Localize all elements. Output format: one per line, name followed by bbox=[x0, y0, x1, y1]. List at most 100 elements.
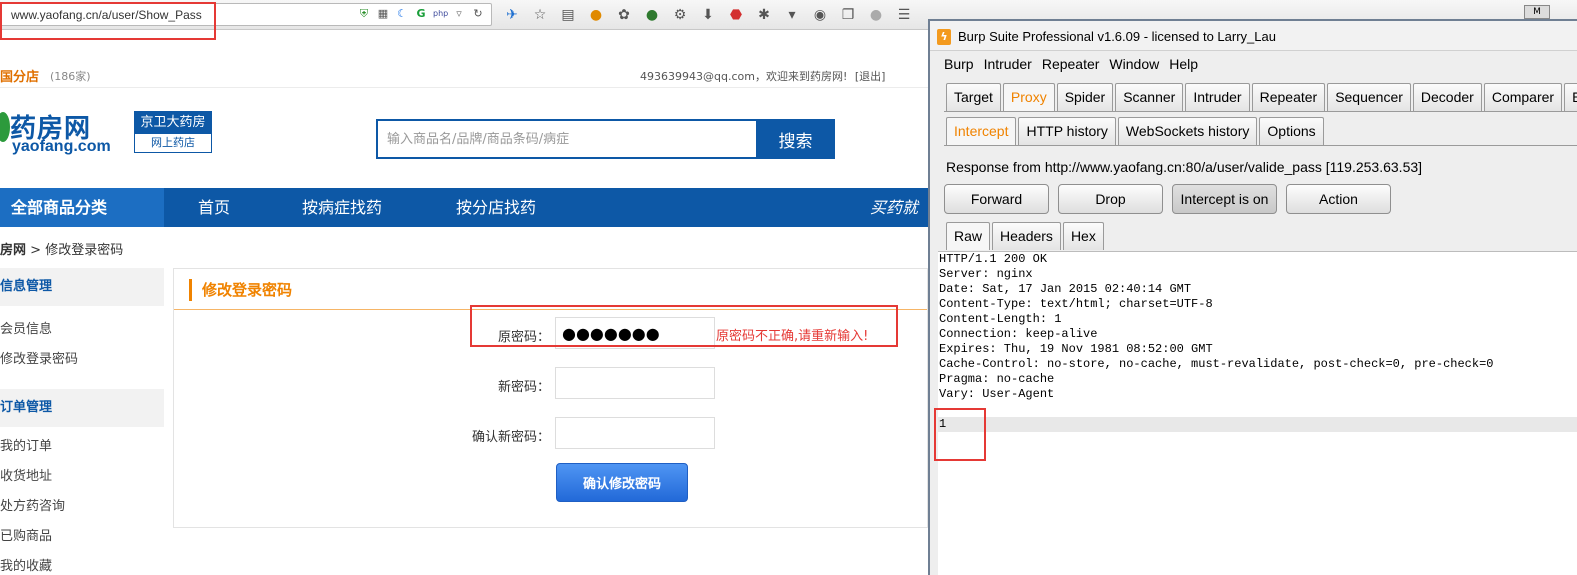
search-input[interactable] bbox=[376, 119, 756, 159]
tab-websockets-history[interactable]: WebSockets history bbox=[1117, 117, 1258, 145]
tab-extender[interactable]: Extender bbox=[1564, 83, 1577, 111]
bird-icon[interactable]: ✈ bbox=[502, 5, 522, 25]
extension-icon[interactable]: ☾ bbox=[395, 7, 409, 21]
addon-icon[interactable]: ● bbox=[586, 5, 606, 25]
palette-icon[interactable]: ✿ bbox=[614, 5, 634, 25]
main-tab-divider bbox=[944, 111, 1577, 112]
response-line bbox=[938, 402, 1577, 417]
sidebar-item-change-password[interactable]: 修改登录密码 bbox=[0, 345, 164, 375]
response-line: Content-Type: text/html; charset=UTF-8 bbox=[939, 297, 1213, 311]
nav-by-symptom[interactable]: 按病症找药 bbox=[302, 188, 382, 227]
confirm-change-password-button[interactable]: 确认修改密码 bbox=[556, 463, 688, 502]
sidebar-item-my-orders[interactable]: 我的订单 bbox=[0, 432, 164, 462]
bookmark-star-icon[interactable]: ☆ bbox=[530, 5, 550, 25]
badge-bottom: 网上药店 bbox=[151, 136, 195, 149]
response-line: Cache-Control: no-store, no-cache, must-… bbox=[939, 357, 1494, 371]
qr-code-icon[interactable]: ▦ bbox=[376, 7, 390, 21]
user-email: 493639943@qq.com bbox=[640, 70, 755, 83]
welcome-text: 493639943@qq.com，欢迎来到药房网! [退出] bbox=[640, 68, 885, 84]
tab-intercept[interactable]: Intercept bbox=[946, 117, 1017, 145]
intercept-toggle-button[interactable]: Intercept is on bbox=[1172, 184, 1277, 214]
tab-intruder[interactable]: Intruder bbox=[1185, 83, 1250, 111]
main-nav: 全部商品分类 首页 按病症找药 按分店找药 买药就 bbox=[0, 188, 928, 227]
tab-scanner[interactable]: Scanner bbox=[1115, 83, 1184, 111]
breadcrumb-current: 修改登录密码 bbox=[45, 243, 124, 258]
new-password-label: 新密码： bbox=[497, 380, 550, 395]
response-line: Connection: keep-alive bbox=[939, 327, 1098, 341]
tab-headers[interactable]: Headers bbox=[992, 222, 1061, 250]
site-logo[interactable]: 药房网 yaofang.com bbox=[0, 108, 125, 158]
menu-intruder[interactable]: Intruder bbox=[984, 53, 1032, 75]
gear-addon-icon[interactable]: ⚙ bbox=[670, 5, 690, 25]
shield-icon[interactable]: ⛨ bbox=[357, 7, 371, 21]
menu-burp[interactable]: Burp bbox=[944, 53, 974, 75]
php-icon[interactable]: php bbox=[433, 7, 448, 21]
breadcrumb-separator: > bbox=[26, 243, 46, 258]
tab-spider[interactable]: Spider bbox=[1056, 83, 1114, 111]
new-password-field[interactable] bbox=[555, 367, 715, 399]
burp-titlebar[interactable]: ϟ Burp Suite Professional v1.6.09 - lice… bbox=[930, 21, 1577, 51]
burp-menubar: Burp Intruder Repeater Window Help bbox=[930, 53, 1577, 75]
site-top-bar: 国分店 (186家) 493639943@qq.com，欢迎来到药房网! [退出… bbox=[0, 60, 928, 88]
tab-hex[interactable]: Hex bbox=[1062, 222, 1104, 250]
reload-icon[interactable]: ↻ bbox=[471, 7, 485, 21]
bug-icon[interactable]: ✱ bbox=[754, 5, 774, 25]
panel-title: 修改登录密码 bbox=[189, 279, 292, 301]
breadcrumb-home[interactable]: 房网 bbox=[0, 243, 26, 258]
drop-button[interactable]: Drop bbox=[1058, 184, 1163, 214]
menu-repeater[interactable]: Repeater bbox=[1042, 53, 1100, 75]
sub-tab-divider bbox=[944, 145, 1577, 146]
account-sidebar: 信息管理 会员信息 修改登录密码 订单管理 我的订单 收货地址 处方药咨询 已购… bbox=[0, 268, 164, 575]
search-button[interactable]: 搜索 bbox=[756, 119, 835, 159]
dropdown-arrow-icon[interactable]: ▿ bbox=[452, 7, 466, 21]
sidebar-item-member-info[interactable]: 会员信息 bbox=[0, 315, 164, 345]
tab-proxy[interactable]: Proxy bbox=[1002, 83, 1055, 111]
sidebar-item-favorites[interactable]: 我的收藏 bbox=[0, 552, 164, 575]
raw-response-editor[interactable]: HTTP/1.1 200 OK Server: nginx Date: Sat,… bbox=[938, 251, 1577, 575]
password-highlight-box bbox=[470, 305, 898, 347]
tab-sequencer[interactable]: Sequencer bbox=[1327, 83, 1411, 111]
breadcrumb: 房网 > 修改登录密码 bbox=[0, 239, 123, 258]
reader-icon[interactable]: ▤ bbox=[558, 5, 578, 25]
user-icon[interactable]: ● bbox=[866, 5, 886, 25]
tab-raw[interactable]: Raw bbox=[946, 222, 991, 250]
logo-domain: yaofang.com bbox=[12, 138, 111, 155]
sidebar-item-address[interactable]: 收货地址 bbox=[0, 462, 164, 492]
green-addon-icon[interactable]: ● bbox=[642, 5, 662, 25]
response-source-info: Response from http://www.yaofang.cn:80/a… bbox=[946, 159, 1423, 175]
tab-http-history[interactable]: HTTP history bbox=[1018, 117, 1116, 145]
nav-all-categories[interactable]: 全部商品分类 bbox=[0, 188, 164, 227]
region-label[interactable]: 国分店 bbox=[0, 66, 39, 85]
forward-button[interactable]: Forward bbox=[944, 184, 1049, 214]
logout-link[interactable]: [退出] bbox=[855, 70, 886, 83]
menu-window[interactable]: Window bbox=[1109, 53, 1159, 75]
download-icon[interactable]: ⬇ bbox=[698, 5, 718, 25]
nav-home[interactable]: 首页 bbox=[198, 188, 230, 227]
tab-repeater[interactable]: Repeater bbox=[1251, 83, 1326, 111]
nav-by-branch[interactable]: 按分店找药 bbox=[456, 188, 536, 227]
sidebar-head-orders: 订单管理 bbox=[0, 389, 164, 427]
window-icon[interactable]: ❐ bbox=[838, 5, 858, 25]
menu-icon[interactable]: ☰ bbox=[894, 5, 914, 25]
sidebar-item-rx-consult[interactable]: 处方药咨询 bbox=[0, 492, 164, 522]
response-line: HTTP/1.1 200 OK bbox=[939, 252, 1048, 266]
menu-help[interactable]: Help bbox=[1169, 53, 1198, 75]
burp-suite-window: ϟ Burp Suite Professional v1.6.09 - lice… bbox=[928, 19, 1577, 575]
confirm-password-field[interactable] bbox=[555, 417, 715, 449]
tab-decoder[interactable]: Decoder bbox=[1412, 83, 1482, 111]
globe-icon[interactable]: ◉ bbox=[810, 5, 830, 25]
burp-main-tabs: Target Proxy Spider Scanner Intruder Rep… bbox=[946, 83, 1577, 111]
proxy-sub-tabs: Intercept HTTP history WebSockets histor… bbox=[946, 117, 1324, 145]
sidebar-item-purchased[interactable]: 已购商品 bbox=[0, 522, 164, 552]
tab-options[interactable]: Options bbox=[1259, 117, 1324, 145]
chevron-down-icon[interactable]: ▾ bbox=[782, 5, 802, 25]
tab-target[interactable]: Target bbox=[946, 83, 1001, 111]
action-button[interactable]: Action bbox=[1286, 184, 1391, 214]
tab-comparer[interactable]: Comparer bbox=[1483, 83, 1563, 111]
badge-top: 京卫大药房 bbox=[135, 112, 211, 134]
adblock-icon[interactable]: ⬣ bbox=[726, 5, 746, 25]
google-icon[interactable]: G bbox=[414, 7, 428, 21]
response-line: Content-Length: 1 bbox=[939, 312, 1062, 326]
minimize-button[interactable]: M bbox=[1524, 5, 1550, 19]
sidebar-head-info: 信息管理 bbox=[0, 268, 164, 306]
